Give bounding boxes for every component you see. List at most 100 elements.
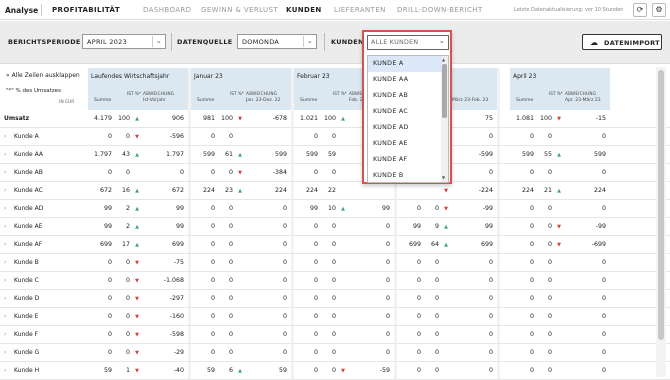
scrollbar-thumb[interactable]: [658, 70, 664, 340]
table-row[interactable]: › Kunde D 0 0 ▼ -297 0 0 0 0 0 0 0 0 0 0 0 0: [0, 290, 670, 308]
table-row[interactable]: › Kunde A 0 0 ▼ -596 0 0 0 0 0 0 0 0: [0, 128, 670, 146]
table-row[interactable]: Umsatz4.179100▲906981100▼-6781.021100▲▲7…: [0, 110, 670, 128]
expand-all-toggle[interactable]: » Alle Zeilen ausklappen: [6, 72, 80, 79]
chevron-right-icon[interactable]: ›: [4, 259, 6, 266]
cell-abweichung: -59: [379, 367, 390, 374]
module-title[interactable]: PROFITABILITÄT: [52, 6, 120, 14]
cell-summe: 699: [99, 241, 112, 248]
chevron-right-icon[interactable]: ›: [4, 349, 6, 356]
cell-abweichung: 0: [601, 205, 606, 212]
cell-ist-percent: 6: [228, 367, 233, 374]
table-row[interactable]: › Kunde G 0 0 ▼ -29 0 0 0 0 0 0 0 0 0 0 0 0: [0, 344, 670, 362]
datenimport-button[interactable]: ☁ DATENIMPORT: [582, 34, 662, 50]
data-grid: » Alle Zeilen ausklappen "*" % des Umsat…: [0, 65, 670, 380]
chevron-down-icon: ⌄: [438, 37, 445, 45]
cell-summe: 699: [408, 241, 421, 248]
table-row[interactable]: › Kunde B 0 0 ▼ -75 0 0 0 0 0 0 0 0 0 0 0 0: [0, 254, 670, 272]
table-row[interactable]: › Kunde AE 99 2 ▲ 99 0 0 0 0 0 0 99 9 ▲ 99 0 0 ▼ -99: [0, 218, 670, 236]
cell-ist-percent: 0: [547, 241, 552, 248]
dropdown-option[interactable]: KUNDE AC: [368, 104, 442, 120]
cell-ist-percent: 100: [117, 115, 130, 122]
chevron-right-icon[interactable]: ›: [4, 187, 6, 194]
cell-summe: 0: [416, 259, 421, 266]
table-row[interactable]: › Kunde AD 99 2 ▲ 99 0 0 0 99 10 ▲ 99 0 0 ▼ -99 0 0 0: [0, 200, 670, 218]
arrow-up-icon: ▲: [135, 224, 139, 230]
chevron-right-icon[interactable]: ›: [4, 205, 6, 212]
chevron-right-icon[interactable]: ›: [4, 295, 6, 302]
table-row[interactable]: › Kunde E 0 0 ▼ -160 0 0 0 0 0 0 0 0 0 0 0 0: [0, 308, 670, 326]
table-row[interactable]: ›Kunde AA1.79743▲1.79759961▲59959959▼-59…: [0, 146, 670, 164]
tab-drill-down-bericht[interactable]: DRILL-DOWN-BERICHT: [397, 6, 483, 14]
dropdown-option[interactable]: KUNDE AB: [368, 88, 442, 104]
source-select[interactable]: DOMONDA ⌄: [237, 34, 317, 49]
chevron-right-icon[interactable]: ›: [4, 169, 6, 176]
tab-dashboard[interactable]: DASHBOARD: [143, 6, 191, 14]
row-label: Kunde AF: [14, 241, 43, 248]
cell-ist-percent: 0: [228, 241, 233, 248]
gear-icon: ⚙: [655, 5, 663, 14]
arrow-up-icon: ▲: [238, 368, 242, 374]
chevron-right-icon[interactable]: ›: [4, 151, 6, 158]
scroll-up-icon[interactable]: ▲: [442, 57, 445, 62]
dropdown-option[interactable]: KUNDE AA: [368, 72, 442, 88]
column-ist-percent: IST %*: [127, 91, 141, 96]
table-row[interactable]: › Kunde H 59 1 ▼ -40 59 6 ▲ 59 0 0 ▼ -59 0 0 0 0 0 0: [0, 362, 670, 380]
row-label: Umsatz: [4, 115, 30, 122]
cell-abweichung: 0: [385, 241, 390, 248]
cell-summe: 224: [521, 187, 534, 194]
settings-button[interactable]: ⚙: [652, 3, 666, 17]
table-row[interactable]: › Kunde F 0 0 ▼ -598 0 0 0 0 0 0 0 0 0 0 0 0: [0, 326, 670, 344]
dropdown-option[interactable]: KUNDE B: [368, 168, 442, 182]
scrollbar-thumb[interactable]: [442, 64, 447, 118]
chevron-right-icon[interactable]: ›: [4, 367, 6, 374]
app-brand[interactable]: Analyse: [5, 6, 38, 15]
cell-summe: 0: [529, 259, 534, 266]
customer-options-list[interactable]: ▲ ▼ KUNDE A KUNDE AA KUNDE AB KUNDE AC KUNDE…: [367, 55, 449, 183]
dropdown-option[interactable]: KUNDE AD: [368, 120, 442, 136]
chevron-right-icon[interactable]: ›: [4, 313, 6, 320]
dropdown-scrollbar[interactable]: ▲ ▼: [441, 56, 448, 182]
chevron-right-icon[interactable]: ›: [4, 223, 6, 230]
tab-gewinn-verlust[interactable]: GEWINN & VERLUST: [201, 6, 278, 14]
dropdown-option[interactable]: KUNDE AF: [368, 152, 442, 168]
chevron-right-icon[interactable]: ›: [4, 277, 6, 284]
table-row[interactable]: › Kunde AC 672 16 ▲ 672 224 23 ▲ 224 224 22 ▼ -224 224…: [0, 182, 670, 200]
refresh-button[interactable]: ⟳: [633, 3, 647, 17]
column-abweichung: ABWEICHUNG: [246, 91, 278, 96]
cell-summe: 0: [210, 277, 215, 284]
table-row[interactable]: › Kunde AB 0 0 0 0 0 ▼ -384 0 0 0 0 0 0: [0, 164, 670, 182]
customer-select[interactable]: ALLE KUNDEN ⌄: [367, 35, 449, 50]
divider: [303, 36, 304, 47]
cell-abweichung: 0: [488, 133, 493, 140]
arrow-up-icon: ▲: [238, 188, 242, 194]
tab-kunden[interactable]: KUNDEN: [286, 6, 322, 14]
cell-abweichung: 99: [484, 223, 493, 230]
cell-summe: 0: [529, 295, 534, 302]
period-select[interactable]: APRIL 2023 ⌄: [82, 34, 166, 49]
cloud-upload-icon: ☁: [590, 38, 599, 47]
dropdown-option[interactable]: KUNDE A: [368, 56, 442, 72]
cell-summe: 0: [107, 277, 112, 284]
scroll-down-icon[interactable]: ▼: [442, 175, 445, 180]
cell-abweichung: -15: [595, 115, 606, 122]
chevron-right-icon[interactable]: ›: [4, 241, 6, 248]
cell-abweichung: 224: [593, 187, 606, 194]
chevron-right-icon[interactable]: ›: [4, 331, 6, 338]
dropdown-option[interactable]: KUNDE AE: [368, 136, 442, 152]
vertical-scrollbar[interactable]: [656, 67, 666, 377]
cell-summe: 0: [210, 313, 215, 320]
cell-ist-percent: 0: [547, 223, 552, 230]
cell-abweichung: 0: [282, 313, 287, 320]
tab-lieferanten[interactable]: LIEFERANTEN: [334, 6, 386, 14]
chevron-right-icon[interactable]: ›: [4, 133, 6, 140]
table-row[interactable]: › Kunde AF 699 17 ▲ 699 0 0 0 0 0 0 699 64 ▲ 699 0 0 ▼ -699: [0, 236, 670, 254]
cell-ist-percent: 0: [125, 259, 130, 266]
cell-abweichung: 0: [282, 295, 287, 302]
cell-ist-percent: 0: [331, 349, 336, 356]
cell-abweichung: 0: [601, 331, 606, 338]
customer-dropdown[interactable]: ALLE KUNDEN ⌄ ▲ ▼ KUNDE A KUNDE AA KUNDE A…: [362, 30, 452, 184]
table-row[interactable]: › Kunde C 0 0 ▼ -1.068 0 0 0 0 0 0 0 0 0 0 0 0: [0, 272, 670, 290]
cell-ist-percent: 0: [228, 259, 233, 266]
top-navigation-bar: Analyse PROFITABILITÄT DASHBOARD GEWINN …: [0, 0, 670, 20]
cell-abweichung: -75: [173, 259, 184, 266]
